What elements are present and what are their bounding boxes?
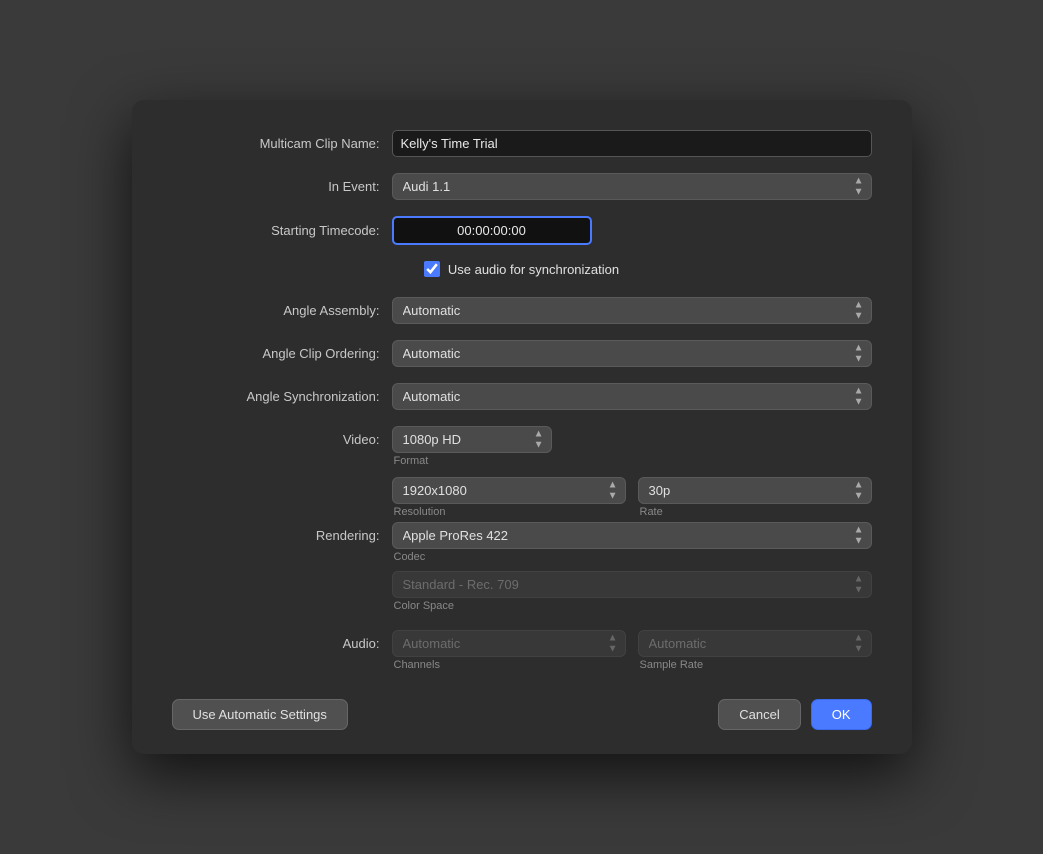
- rendering-inner: Apple ProRes 422 Apple ProRes 4444 H.264…: [392, 522, 872, 614]
- multicam-clip-name-label: Multicam Clip Name:: [172, 136, 392, 151]
- audio-samplerate-select[interactable]: Automatic 44.1 kHz 48 kHz 96 kHz: [638, 630, 872, 657]
- rendering-colorspace-sublabel: Color Space: [392, 600, 872, 612]
- dialog-footer: Use Automatic Settings Cancel OK: [172, 691, 872, 730]
- video-label: Video:: [172, 426, 392, 447]
- video-rate-select[interactable]: 30p 24p 25p 60p: [638, 477, 872, 504]
- audio-samplerate-sublabel: Sample Rate: [638, 659, 872, 671]
- rendering-section-row: Rendering: Apple ProRes 422 Apple ProRes…: [172, 522, 872, 614]
- video-resolution-sublabel: Resolution: [392, 506, 626, 518]
- audio-channels-group: Automatic Stereo Mono Surround ▲▼ Channe…: [392, 630, 626, 671]
- audio-section-row: Audio: Automatic Stereo Mono Surround ▲▼…: [172, 630, 872, 671]
- angle-clip-ordering-select[interactable]: Automatic: [392, 340, 872, 367]
- in-event-control: Audi 1.1 ▲▼: [392, 173, 872, 200]
- use-audio-row: Use audio for synchronization: [172, 261, 872, 277]
- rendering-colorspace-select-wrapper: Standard - Rec. 709 P3-D65 HDR ▲▼: [392, 571, 872, 598]
- angle-sync-label: Angle Synchronization:: [172, 389, 392, 404]
- rendering-codec-select-wrapper: Apple ProRes 422 Apple ProRes 4444 H.264…: [392, 522, 872, 549]
- in-event-row: In Event: Audi 1.1 ▲▼: [172, 173, 872, 200]
- rendering-colorspace-row: Standard - Rec. 709 P3-D65 HDR ▲▼ Color …: [392, 571, 872, 612]
- use-audio-checkbox[interactable]: [424, 261, 440, 277]
- footer-right-buttons: Cancel OK: [718, 699, 871, 730]
- use-audio-label[interactable]: Use audio for synchronization: [448, 262, 619, 277]
- rendering-colorspace-select[interactable]: Standard - Rec. 709 P3-D65 HDR: [392, 571, 872, 598]
- multicam-clip-name-control: [392, 130, 872, 157]
- video-resolution-select[interactable]: 1920x1080 1280x720 3840x2160: [392, 477, 626, 504]
- audio-samplerate-select-wrapper: Automatic 44.1 kHz 48 kHz 96 kHz ▲▼: [638, 630, 872, 657]
- rendering-label: Rendering:: [172, 522, 392, 543]
- video-format-row: 1080p HD 720p HD 4K Custom ▲▼ Format: [392, 426, 872, 467]
- video-format-select-wrapper: 1080p HD 720p HD 4K Custom ▲▼: [392, 426, 552, 453]
- angle-clip-ordering-select-wrapper: Automatic ▲▼: [392, 340, 872, 367]
- audio-channels-select-wrapper: Automatic Stereo Mono Surround ▲▼: [392, 630, 626, 657]
- rendering-codec-row: Apple ProRes 422 Apple ProRes 4444 H.264…: [392, 522, 872, 563]
- video-rate-select-wrapper: 30p 24p 25p 60p ▲▼: [638, 477, 872, 504]
- video-inner: 1080p HD 720p HD 4K Custom ▲▼ Format: [392, 426, 872, 518]
- angle-assembly-select-wrapper: Automatic ▲▼: [392, 297, 872, 324]
- cancel-button[interactable]: Cancel: [718, 699, 800, 730]
- multicam-clip-name-input[interactable]: [392, 130, 872, 157]
- audio-inner: Automatic Stereo Mono Surround ▲▼ Channe…: [392, 630, 872, 671]
- starting-timecode-control: [392, 216, 592, 245]
- angle-clip-ordering-label: Angle Clip Ordering:: [172, 346, 392, 361]
- multicam-clip-name-row: Multicam Clip Name:: [172, 130, 872, 157]
- angle-sync-select-wrapper: Automatic ▲▼: [392, 383, 872, 410]
- video-section-row: Video: 1080p HD 720p HD 4K Custom ▲▼ For…: [172, 426, 872, 518]
- in-event-select[interactable]: Audi 1.1: [392, 173, 872, 200]
- video-resolution-group: 1920x1080 1280x720 3840x2160 ▲▼ Resoluti…: [392, 477, 626, 518]
- starting-timecode-label: Starting Timecode:: [172, 223, 392, 238]
- angle-sync-select[interactable]: Automatic: [392, 383, 872, 410]
- in-event-select-wrapper: Audi 1.1 ▲▼: [392, 173, 872, 200]
- angle-clip-ordering-control: Automatic ▲▼: [392, 340, 872, 367]
- use-automatic-settings-button[interactable]: Use Automatic Settings: [172, 699, 348, 730]
- ok-button[interactable]: OK: [811, 699, 872, 730]
- video-format-sublabel: Format: [392, 455, 872, 467]
- starting-timecode-row: Starting Timecode:: [172, 216, 872, 245]
- audio-samplerate-group: Automatic 44.1 kHz 48 kHz 96 kHz ▲▼ Samp…: [638, 630, 872, 671]
- audio-channels-sublabel: Channels: [392, 659, 626, 671]
- angle-sync-control: Automatic ▲▼: [392, 383, 872, 410]
- angle-assembly-control: Automatic ▲▼: [392, 297, 872, 324]
- angle-assembly-label: Angle Assembly:: [172, 303, 392, 318]
- rendering-codec-sublabel: Codec: [392, 551, 872, 563]
- audio-label: Audio:: [172, 630, 392, 651]
- video-format-select[interactable]: 1080p HD 720p HD 4K Custom: [392, 426, 552, 453]
- video-rate-sublabel: Rate: [638, 506, 872, 518]
- dialog-container: Multicam Clip Name: In Event: Audi 1.1 ▲…: [132, 100, 912, 754]
- video-resolution-rate-row: 1920x1080 1280x720 3840x2160 ▲▼ Resoluti…: [392, 477, 872, 518]
- angle-sync-row: Angle Synchronization: Automatic ▲▼: [172, 383, 872, 410]
- rendering-codec-select[interactable]: Apple ProRes 422 Apple ProRes 4444 H.264: [392, 522, 872, 549]
- video-rate-group: 30p 24p 25p 60p ▲▼ Rate: [638, 477, 872, 518]
- video-resolution-select-wrapper: 1920x1080 1280x720 3840x2160 ▲▼: [392, 477, 626, 504]
- angle-assembly-select[interactable]: Automatic: [392, 297, 872, 324]
- angle-assembly-row: Angle Assembly: Automatic ▲▼: [172, 297, 872, 324]
- starting-timecode-input[interactable]: [392, 216, 592, 245]
- angle-clip-ordering-row: Angle Clip Ordering: Automatic ▲▼: [172, 340, 872, 367]
- audio-channels-select[interactable]: Automatic Stereo Mono Surround: [392, 630, 626, 657]
- in-event-label: In Event:: [172, 179, 392, 194]
